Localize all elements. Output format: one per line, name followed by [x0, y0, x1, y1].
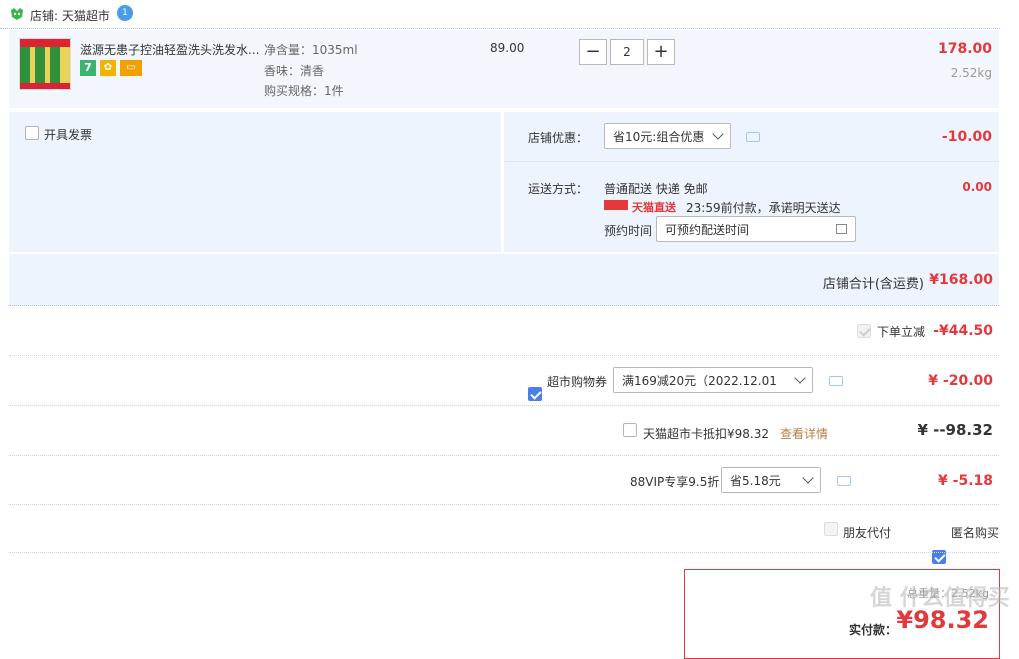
delivery-amount: 0.00	[962, 180, 992, 194]
store-total-label: 店铺合计(含运费)	[822, 277, 924, 292]
delivery-method: 普通配送 快递 免邮	[604, 182, 708, 196]
divider	[9, 455, 999, 457]
divider	[9, 504, 999, 506]
item-row: 滋源无患子控油轻盈洗头洗发水... 7 ✿ ▭ 净含量：1035ml 香味：清香…	[9, 30, 999, 108]
spec-size: 购买规格：1件	[264, 84, 344, 98]
item-weight: 2.52kg	[950, 66, 992, 80]
card-checkbox[interactable]	[623, 423, 637, 437]
product-image[interactable]	[19, 38, 71, 90]
store-total-row: 店铺合计(含运费) ¥168.00	[9, 254, 999, 306]
discount-label: 店铺优惠：	[528, 131, 589, 145]
service-tag-card: ▭	[120, 60, 142, 76]
delivery-promise: 23:59前付款，承诺明天送达	[686, 201, 841, 215]
qty-input[interactable]: 2	[610, 39, 644, 65]
delivery-label: 运送方式：	[528, 182, 589, 196]
instant-discount-label: 下单立减	[877, 325, 926, 339]
chevron-down-icon	[712, 128, 724, 140]
discount-select[interactable]: 省10元:组合优惠	[604, 123, 731, 149]
final-label: 实付款：	[849, 623, 898, 637]
friend-pay-label: 朋友代付	[843, 526, 892, 540]
instant-discount-amount: -¥44.50	[933, 323, 993, 339]
discount-amount: -10.00	[941, 129, 992, 145]
calendar-icon	[836, 224, 847, 234]
coupon-select-value: 满169减20元（2022.12.01 ...	[622, 373, 782, 388]
chevron-down-icon	[802, 472, 814, 484]
vip-select-value: 省5.18元	[730, 473, 781, 488]
qty-increase-button[interactable]: +	[647, 39, 675, 65]
qty-decrease-button[interactable]: −	[579, 39, 607, 65]
divider	[504, 161, 999, 162]
store-header: 店铺: 天猫超市 1	[0, 0, 1000, 29]
item-subtotal: 178.00	[937, 41, 992, 57]
divider	[9, 405, 999, 407]
friend-pay-checkbox[interactable]	[824, 522, 838, 536]
tmall-cat-icon	[10, 8, 24, 23]
vip-label: 88VIP专享9.5折	[630, 475, 720, 489]
message-icon[interactable]	[746, 132, 760, 142]
store-name[interactable]: 店铺: 天猫超市	[30, 7, 110, 24]
coupon-checkbox[interactable]	[528, 387, 542, 401]
store-badge: 1	[117, 5, 133, 21]
coupon-label: 超市购物券	[547, 375, 608, 389]
vip-amount: ¥ -5.18	[938, 473, 993, 489]
invoice-pane: 开具发票	[9, 112, 501, 252]
divider	[9, 355, 999, 357]
shop-options-pane: 店铺优惠： 省10元:组合优惠 -10.00 运送方式： 普通配送 快递 免邮 …	[504, 112, 999, 252]
discount-select-value: 省10元:组合优惠	[613, 129, 705, 144]
coupon-select[interactable]: 满169减20元（2022.12.01 ...	[613, 367, 813, 393]
invoice-checkbox[interactable]	[25, 126, 39, 140]
divider	[9, 552, 999, 554]
message-icon[interactable]	[829, 376, 843, 386]
schedule-placeholder: 可预约配送时间	[665, 222, 750, 237]
schedule-input[interactable]: 可预约配送时间	[656, 216, 856, 242]
card-amount: ¥ --98.32	[917, 421, 993, 439]
coupon-amount: ¥ -20.00	[928, 373, 993, 389]
anonymous-label: 匿名购买	[951, 526, 1000, 540]
watermark: 值 什么值得买	[870, 586, 1010, 611]
message-icon[interactable]	[837, 476, 851, 486]
tmall-direct-icon	[604, 200, 628, 210]
vip-select[interactable]: 省5.18元	[721, 467, 821, 493]
product-title[interactable]: 滋源无患子控油轻盈洗头洗发水...	[80, 41, 265, 58]
unit-price: 89.00	[490, 41, 525, 55]
chevron-down-icon	[794, 372, 806, 384]
card-details-link[interactable]: 查看详情	[780, 425, 828, 442]
spec-volume: 净含量：1035ml	[264, 43, 358, 57]
service-tag-7day: 7	[80, 60, 96, 76]
schedule-label: 预约时间	[604, 224, 653, 238]
invoice-label: 开具发票	[44, 128, 93, 142]
card-label: 天猫超市卡抵扣¥98.32	[643, 427, 769, 441]
instant-discount-checkbox	[857, 324, 871, 338]
spec-scent: 香味：清香	[264, 64, 325, 78]
store-total-amount: ¥168.00	[929, 272, 993, 288]
tmall-direct-label: 天猫直送	[632, 201, 676, 214]
service-tag-flower: ✿	[100, 60, 116, 76]
